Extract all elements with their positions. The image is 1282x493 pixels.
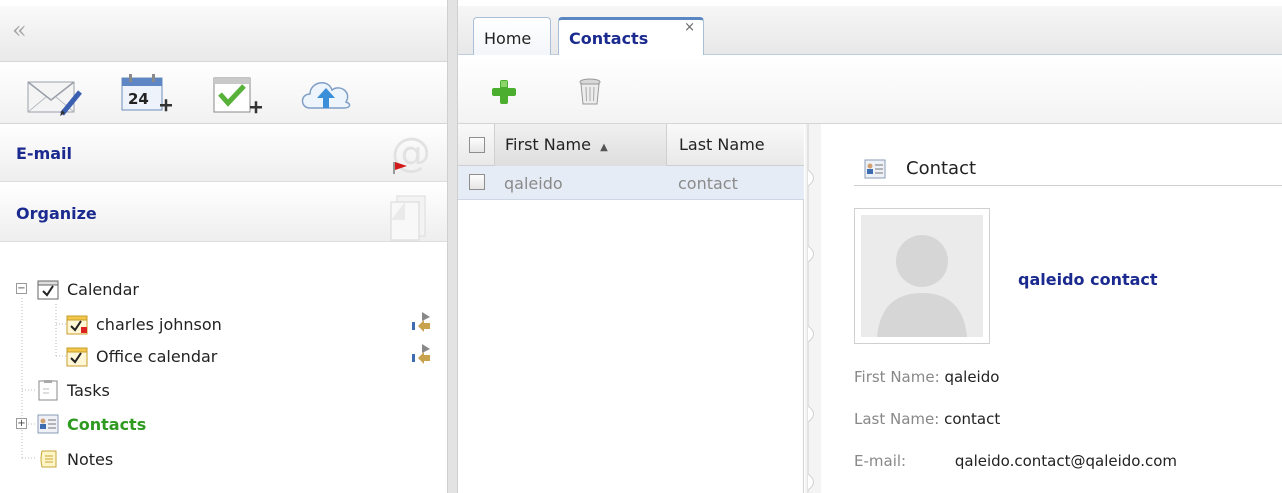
tree-item-notes-label: Notes xyxy=(67,449,114,469)
table-row[interactable]: qaleido contact xyxy=(458,166,804,200)
calendar-checked-icon xyxy=(66,315,88,335)
close-tab-icon[interactable]: × xyxy=(684,20,695,35)
field-last-name-label: Last Name: xyxy=(854,410,940,428)
person-placeholder-icon xyxy=(877,235,967,337)
column-first-name[interactable]: First Name ▲ xyxy=(494,124,666,166)
tree-item-notes[interactable]: Notes xyxy=(37,446,113,472)
contacts-grid: First Name ▲ Last Name qaleido contact xyxy=(458,124,804,493)
field-first-name-value: qaleido xyxy=(944,368,1000,386)
organize-pages-icon xyxy=(390,195,426,241)
cloud-upload-icon[interactable] xyxy=(296,70,356,118)
field-last-name: Last Name: contact xyxy=(854,410,1000,428)
column-last-name[interactable]: Last Name xyxy=(666,124,804,166)
column-first-name-label: First Name xyxy=(505,135,591,154)
quick-actions-bar: 24 xyxy=(0,62,447,124)
email-section-header[interactable]: E-mail @ xyxy=(0,124,447,182)
collapse-panel-icon[interactable]: « xyxy=(12,16,26,44)
panel-splitter[interactable] xyxy=(447,0,458,493)
new-email-icon[interactable] xyxy=(24,70,84,118)
calendar-checked-icon xyxy=(37,280,59,300)
tree-item-charles-johnson-label: charles johnson xyxy=(96,314,222,334)
organize-section-header[interactable]: Organize xyxy=(0,184,447,242)
toolbar xyxy=(458,56,1282,124)
row-checkbox[interactable] xyxy=(469,174,485,190)
notes-icon xyxy=(40,450,57,468)
new-event-icon[interactable]: 24 xyxy=(116,70,176,118)
contact-detail-pane: Contact qaleido contact First Name: qale… xyxy=(821,124,1282,493)
tab-home-label: Home xyxy=(484,29,532,48)
tree-item-contacts[interactable]: Contacts xyxy=(37,411,146,437)
field-first-name: First Name: qaleido xyxy=(854,368,999,386)
field-last-name-value: contact xyxy=(944,410,1001,428)
contacts-card-icon xyxy=(37,414,59,434)
field-email: E-mail: qaleido.contact@qaleido.com xyxy=(854,452,1177,470)
tree-item-calendar[interactable]: Calendar xyxy=(37,276,139,302)
contacts-expand-toggle[interactable]: + xyxy=(16,418,27,429)
column-last-name-label: Last Name xyxy=(679,135,765,154)
tab-contacts[interactable]: Contacts × xyxy=(558,17,704,55)
detail-header: Contact xyxy=(854,152,1282,186)
contact-card-icon xyxy=(864,159,886,179)
email-section-label[interactable]: E-mail xyxy=(16,144,72,163)
calendar-checked-icon xyxy=(66,347,88,367)
cell-first-name: qaleido xyxy=(504,174,563,193)
tree-item-contacts-label: Contacts xyxy=(67,414,147,434)
left-panel: « 24 E-mail @ Organize − Calendar charle… xyxy=(0,0,447,493)
field-email-label: E-mail: xyxy=(854,452,907,470)
cell-last-name: contact xyxy=(678,174,738,193)
grid-header: First Name ▲ Last Name xyxy=(458,124,804,166)
email-at-icon: @ xyxy=(391,130,431,176)
tree-item-calendar-label: Calendar xyxy=(67,279,139,299)
tasks-icon xyxy=(38,380,58,401)
contact-full-name: qaleido contact xyxy=(1018,270,1158,289)
calendar-collapse-toggle[interactable]: − xyxy=(16,283,27,294)
tree-item-office-calendar-label: Office calendar xyxy=(96,346,218,366)
tab-contacts-label: Contacts xyxy=(569,29,649,48)
detail-title: Contact xyxy=(906,158,977,179)
pane-divider[interactable] xyxy=(805,124,821,493)
svg-text:24: 24 xyxy=(128,90,149,108)
select-all-checkbox[interactable] xyxy=(469,137,485,153)
tree-item-charles-johnson[interactable]: charles johnson xyxy=(66,311,222,337)
new-task-icon[interactable] xyxy=(206,70,266,118)
field-email-value[interactable]: qaleido.contact@qaleido.com xyxy=(955,452,1177,470)
field-first-name-label: First Name: xyxy=(854,368,940,386)
delete-button[interactable] xyxy=(574,76,606,108)
tree-item-office-calendar[interactable]: Office calendar xyxy=(66,343,217,369)
tab-bar: Home Contacts × xyxy=(458,6,1282,55)
sort-ascending-icon: ▲ xyxy=(600,142,608,153)
avatar xyxy=(854,208,990,344)
add-contact-button[interactable] xyxy=(488,76,520,108)
tree-item-tasks-label: Tasks xyxy=(67,380,110,400)
organize-section-label[interactable]: Organize xyxy=(16,204,97,223)
tree-item-tasks[interactable]: Tasks xyxy=(37,377,110,403)
collapse-bar: « xyxy=(0,6,447,62)
shared-calendar-icon[interactable] xyxy=(410,310,432,332)
shared-calendar-icon[interactable] xyxy=(410,342,432,364)
tab-home[interactable]: Home xyxy=(473,17,551,55)
